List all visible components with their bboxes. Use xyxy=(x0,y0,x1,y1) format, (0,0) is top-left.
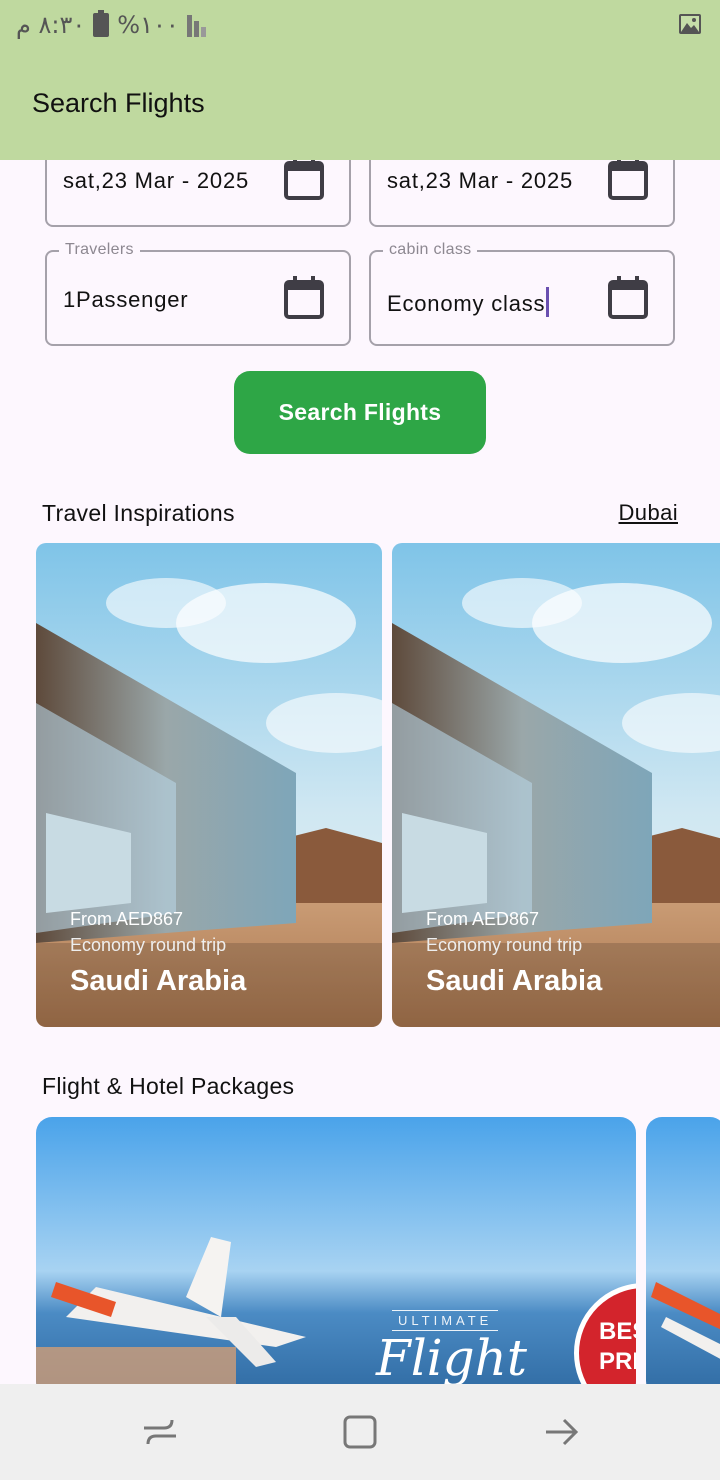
package-image xyxy=(36,1117,636,1397)
signal-icon xyxy=(186,13,213,37)
package-banner[interactable]: ULTIMATE Flight BES PRI xyxy=(36,1117,636,1397)
inspiration-card[interactable]: From AED867 Economy round trip Saudi Ara… xyxy=(36,543,382,1027)
card-destination: Saudi Arabia xyxy=(70,965,247,997)
gallery-icon xyxy=(679,14,701,34)
back-icon[interactable] xyxy=(542,1412,582,1452)
city-link-dubai[interactable]: Dubai xyxy=(619,500,678,526)
app-bar: ٨:٣٠ م %١٠٠ Search Flights xyxy=(0,0,720,160)
calendar-icon[interactable] xyxy=(607,157,649,201)
travelers-field[interactable]: Travelers 1Passenger xyxy=(45,241,351,346)
status-time: ٨:٣٠ م xyxy=(16,11,86,39)
page-title: Search Flights xyxy=(32,88,205,118)
banner-tag: ULTIMATE xyxy=(392,1310,499,1331)
card-price: From AED867 xyxy=(70,909,184,929)
card-trip-type: Economy round trip xyxy=(426,935,583,955)
package-image xyxy=(646,1117,720,1397)
card-destination: Saudi Arabia xyxy=(426,965,603,997)
calendar-icon[interactable] xyxy=(283,157,325,201)
calendar-icon[interactable] xyxy=(283,276,325,320)
inspiration-card[interactable]: From AED867 Economy round trip Saudi Ara… xyxy=(392,543,720,1027)
cabin-class-label: cabin class xyxy=(383,241,478,259)
travelers-value: 1Passenger xyxy=(63,287,189,312)
card-trip-type: Economy round trip xyxy=(70,935,227,955)
status-bar: ٨:٣٠ م %١٠٠ xyxy=(16,8,213,42)
travelers-label: Travelers xyxy=(59,241,140,259)
badge-line-2: PRI xyxy=(599,1348,636,1375)
package-banner[interactable] xyxy=(646,1117,720,1397)
cabin-class-field[interactable]: cabin class Economy class xyxy=(369,241,675,346)
banner-script-text: Flight xyxy=(376,1329,527,1387)
search-flights-button[interactable]: Search Flights xyxy=(234,371,486,454)
return-date-value: sat,23 Mar - 2025 xyxy=(387,168,574,193)
depart-date-value: sat,23 Mar - 2025 xyxy=(63,168,250,193)
recent-apps-icon[interactable] xyxy=(140,1412,180,1452)
cabin-class-input[interactable]: Economy class xyxy=(387,287,550,317)
badge-line-1: BES xyxy=(599,1318,636,1345)
system-nav-bar xyxy=(0,1384,720,1480)
cabin-class-value: Economy class xyxy=(387,291,546,316)
calendar-icon[interactable] xyxy=(607,276,649,320)
home-icon[interactable] xyxy=(340,1412,380,1452)
status-battery: %١٠٠ xyxy=(117,11,179,39)
card-price: From AED867 xyxy=(426,909,540,929)
packages-title: Flight & Hotel Packages xyxy=(42,1073,295,1099)
text-cursor xyxy=(546,287,550,317)
battery-icon xyxy=(93,10,110,37)
travel-inspirations-title: Travel Inspirations xyxy=(42,500,235,526)
